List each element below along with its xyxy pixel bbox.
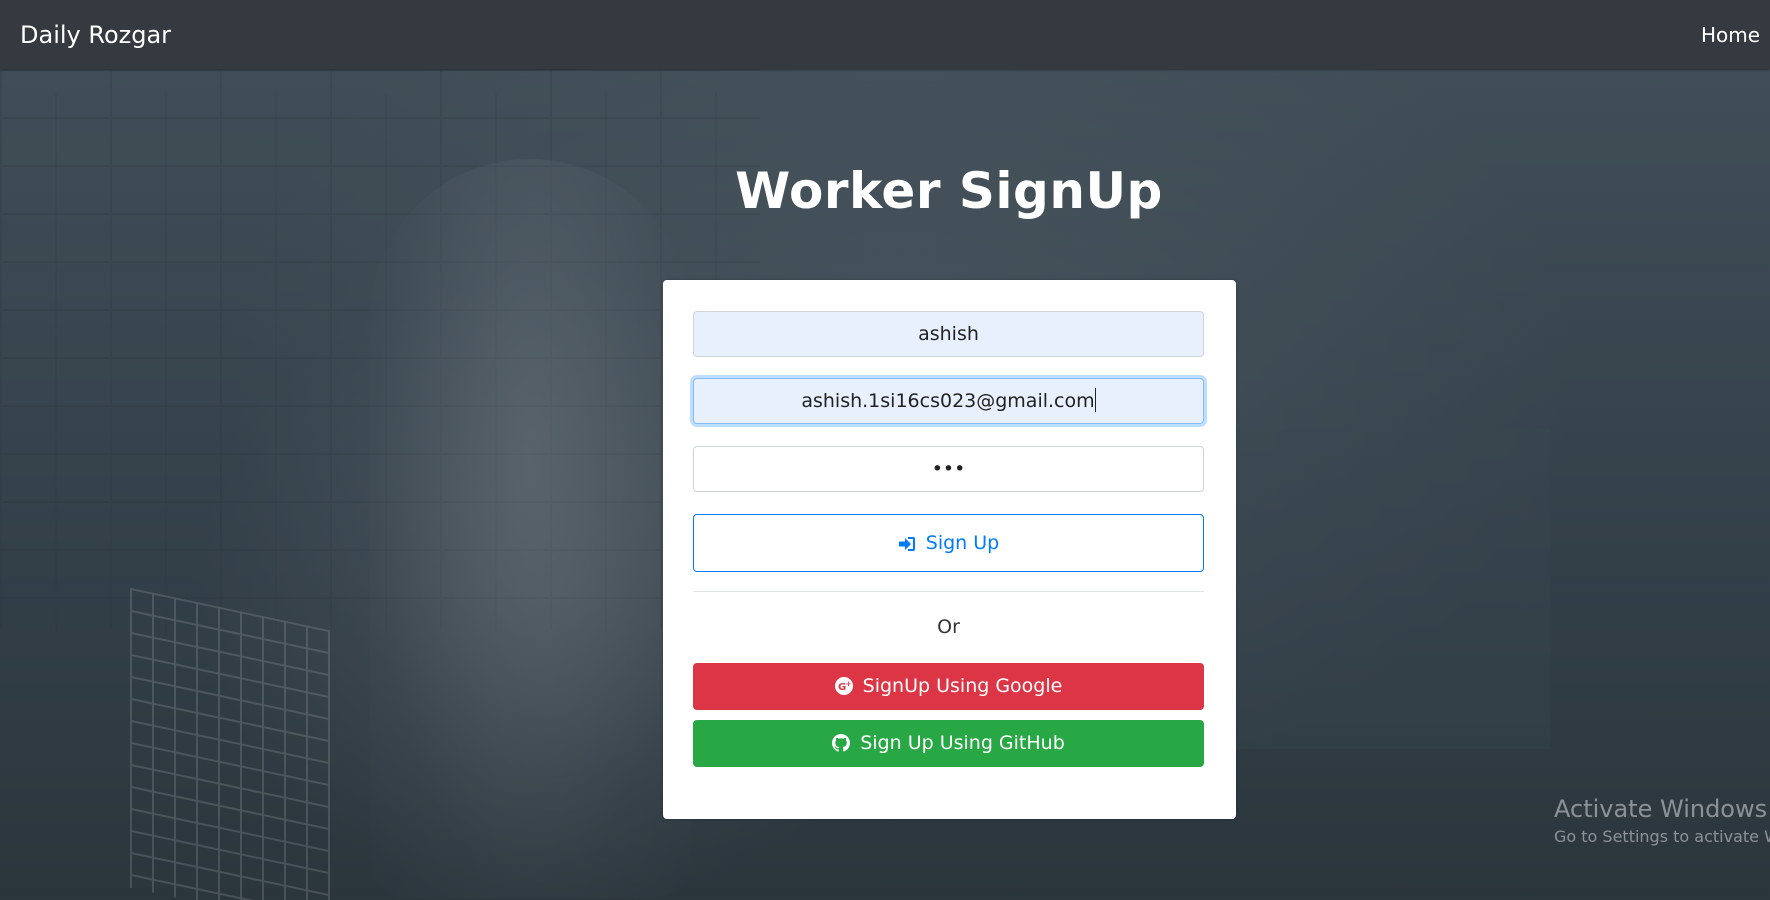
heading-wrapper: Worker SignUp <box>0 156 1770 226</box>
github-icon <box>832 734 851 752</box>
watermark-title: Activate Windows <box>1554 795 1768 823</box>
page-title: Worker SignUp <box>735 162 1163 220</box>
github-signup-label: Sign Up Using GitHub <box>860 732 1065 754</box>
password-input[interactable]: ••• <box>693 446 1204 492</box>
divider <box>693 591 1204 592</box>
email-input[interactable]: ashish.1si16cs023@gmail.com <box>693 378 1204 424</box>
svg-text:+: + <box>845 680 851 688</box>
or-separator: Or <box>937 616 960 638</box>
name-input[interactable]: ashish <box>693 311 1204 357</box>
signup-button-label: Sign Up <box>925 532 1000 554</box>
watermark-subtitle: Go to Settings to activate Windows. <box>1554 827 1770 846</box>
signup-button[interactable]: Sign Up <box>693 514 1204 572</box>
email-input-value: ashish.1si16cs023@gmail.com <box>801 390 1095 412</box>
password-input-mask: ••• <box>931 458 966 480</box>
nav-home-link[interactable]: Home <box>1701 22 1760 48</box>
navbar: Daily Rozgar Home <box>0 0 1770 69</box>
google-signup-button[interactable]: G + SignUp Using Google <box>693 663 1204 710</box>
github-signup-button[interactable]: Sign Up Using GitHub <box>693 720 1204 767</box>
activate-windows-watermark: Activate Windows Go to Settings to activ… <box>1554 794 1770 848</box>
google-signup-label: SignUp Using Google <box>862 675 1063 697</box>
google-plus-icon: G + <box>834 677 853 695</box>
brand-link[interactable]: Daily Rozgar <box>20 21 171 49</box>
name-input-value: ashish <box>918 323 979 345</box>
page: Daily Rozgar Home Worker SignUp ashish a… <box>0 0 1770 900</box>
signup-card: ashish ashish.1si16cs023@gmail.com ••• S… <box>663 280 1236 819</box>
sign-in-icon <box>898 536 916 552</box>
text-caret <box>1094 388 1096 412</box>
